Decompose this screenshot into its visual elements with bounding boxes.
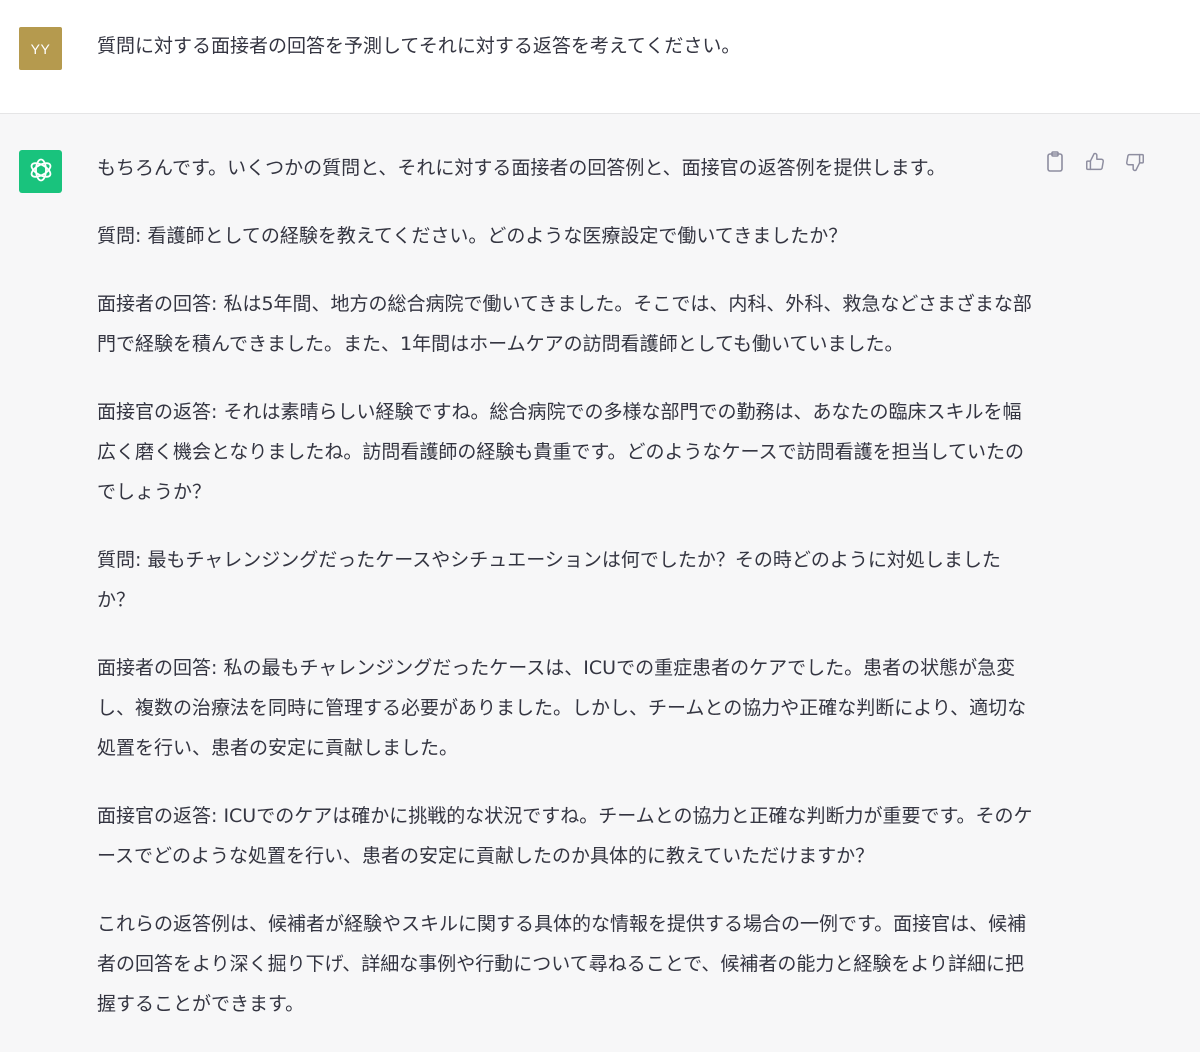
- message-paragraph: 面接官の返答: ICUでのケアは確かに挑戦的な状況ですね。チームとの協力と正確な…: [97, 805, 1033, 867]
- assistant-message-body: もちろんです。いくつかの質問と、それに対する面接者の回答例と、面接官の返答例を提…: [97, 148, 1037, 1052]
- openai-logo-icon: [26, 155, 56, 189]
- clipboard-icon: [1045, 151, 1065, 177]
- message-paragraph: 面接者の回答: 私の最もチャレンジングだったケースは、ICUでの重症患者のケアで…: [97, 657, 1027, 759]
- assistant-avatar: [19, 150, 62, 193]
- message-paragraph: もちろんです。いくつかの質問と、それに対する面接者の回答例と、面接官の返答例を提…: [97, 157, 946, 179]
- message-paragraph: 質問: 最もチャレンジングだったケースやシチュエーションは何でしたか？その時どの…: [97, 549, 1001, 611]
- user-avatar-initials: YY: [30, 40, 51, 57]
- message-paragraph: これらの返答例は、候補者が経験やスキルに関する具体的な情報を提供する場合の一例で…: [97, 913, 1027, 1015]
- user-avatar: YY: [19, 27, 62, 70]
- copy-button[interactable]: [1044, 151, 1066, 177]
- assistant-message-row: もちろんです。いくつかの質問と、それに対する面接者の回答例と、面接官の返答例を提…: [0, 114, 1200, 1035]
- message-paragraph: 面接官の返答: それは素晴らしい経験ですね。総合病院での多様な部門での勤務は、あ…: [97, 401, 1025, 503]
- thumbs-up-icon: [1084, 151, 1106, 177]
- user-message-text: 質問に対する面接者の回答を予測してそれに対する返答を考えてください。: [97, 35, 741, 57]
- message-paragraph: 質問: 看護師としての経験を教えてください。どのような医療設定で働いてきましたか…: [97, 225, 848, 247]
- thumbs-down-icon: [1124, 151, 1146, 177]
- message-paragraph: 面接者の回答: 私は5年間、地方の総合病院で働いてきました。そこでは、内科、外科…: [97, 293, 1032, 355]
- user-message-row: YY 質問に対する面接者の回答を予測してそれに対する返答を考えてください。: [0, 0, 1200, 114]
- thumbs-down-button[interactable]: [1124, 152, 1146, 176]
- message-actions: [1044, 151, 1146, 177]
- thumbs-up-button[interactable]: [1084, 152, 1106, 176]
